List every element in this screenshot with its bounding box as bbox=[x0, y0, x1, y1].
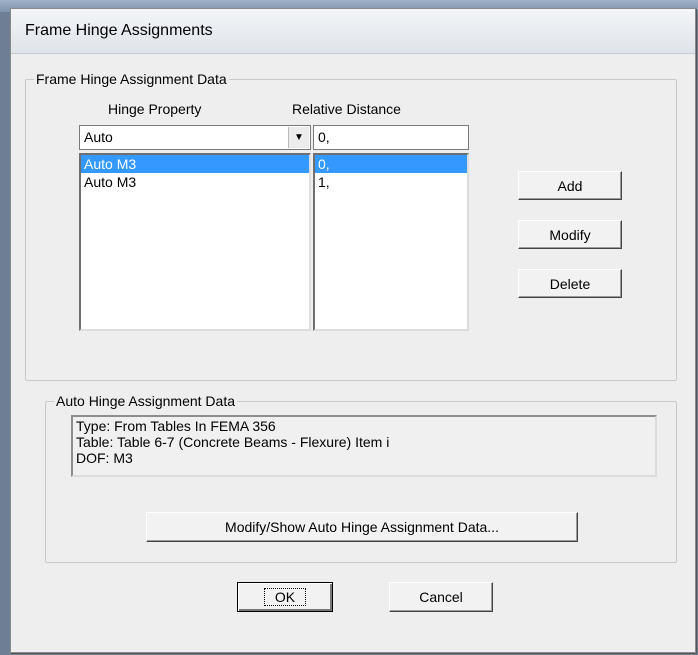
frame-hinge-assignment-legend: Frame Hinge Assignment Data bbox=[34, 71, 229, 87]
hinge-property-value: Auto bbox=[84, 129, 113, 145]
add-button[interactable]: Add bbox=[518, 171, 622, 200]
list-item[interactable]: 1, bbox=[315, 173, 467, 191]
relative-distance-value: 0, bbox=[318, 129, 330, 145]
list-item[interactable]: Auto M3 bbox=[81, 173, 309, 191]
auto-hinge-assignment-group: Auto Hinge Assignment Data Type: From Ta… bbox=[45, 393, 677, 563]
cancel-button[interactable]: Cancel bbox=[389, 582, 493, 612]
frame-hinge-assignment-group: Frame Hinge Assignment Data Hinge Proper… bbox=[25, 71, 677, 381]
hinge-property-list[interactable]: Auto M3 Auto M3 bbox=[79, 153, 311, 331]
chevron-down-icon[interactable]: ▼ bbox=[288, 127, 309, 148]
type-line: Type: From Tables In FEMA 356 bbox=[76, 418, 276, 434]
frame-hinge-assignments-dialog: Frame Hinge Assignments Frame Hinge Assi… bbox=[10, 8, 696, 653]
modify-button[interactable]: Modify bbox=[518, 220, 622, 249]
ok-button[interactable]: OK bbox=[237, 582, 333, 612]
auto-hinge-info-box: Type: From Tables In FEMA 356 Table: Tab… bbox=[71, 415, 657, 477]
hinge-property-header: Hinge Property bbox=[108, 101, 202, 117]
title-bar[interactable]: Frame Hinge Assignments bbox=[11, 9, 695, 54]
dof-line: DOF: M3 bbox=[76, 450, 133, 466]
auto-hinge-assignment-legend: Auto Hinge Assignment Data bbox=[54, 393, 237, 409]
hinge-property-dropdown[interactable]: Auto ▼ bbox=[79, 125, 311, 150]
ok-label: OK bbox=[263, 588, 307, 606]
list-item[interactable]: Auto M3 bbox=[81, 155, 309, 173]
relative-distance-list[interactable]: 0, 1, bbox=[313, 153, 469, 331]
relative-distance-input[interactable]: 0, bbox=[313, 125, 469, 150]
modify-show-auto-hinge-button[interactable]: Modify/Show Auto Hinge Assignment Data..… bbox=[146, 512, 578, 542]
table-line: Table: Table 6-7 (Concrete Beams - Flexu… bbox=[76, 434, 390, 450]
delete-button[interactable]: Delete bbox=[518, 269, 622, 298]
relative-distance-header: Relative Distance bbox=[292, 101, 401, 117]
list-item[interactable]: 0, bbox=[315, 155, 467, 173]
window-title: Frame Hinge Assignments bbox=[25, 22, 213, 39]
